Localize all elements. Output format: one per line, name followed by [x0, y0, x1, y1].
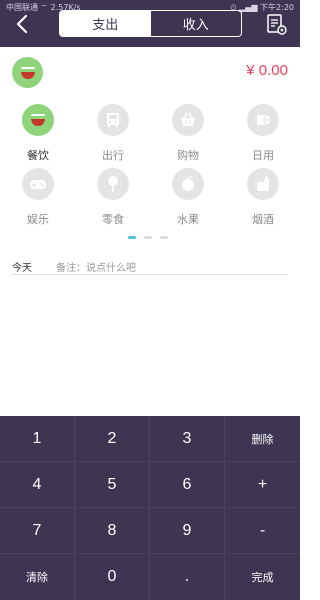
category-label: 娱乐 — [27, 213, 49, 226]
key-minus[interactable]: - — [225, 508, 300, 554]
category-snacks-circle — [97, 168, 129, 200]
key-5[interactable]: 5 — [75, 462, 150, 508]
category-label: 零食 — [102, 213, 124, 226]
gamepad-icon — [30, 180, 46, 189]
back-button[interactable] — [8, 10, 36, 38]
bus-icon — [107, 113, 119, 127]
bowl-icon — [31, 114, 45, 126]
key-delete[interactable]: 删除 — [225, 416, 300, 462]
category-dining[interactable]: 餐饮 — [8, 104, 68, 164]
remark-input[interactable]: 备注：说点什么吧 — [56, 259, 136, 274]
category-label: 餐饮 — [27, 149, 49, 162]
selected-category-icon — [12, 57, 43, 88]
key-clear[interactable]: 清除 — [0, 554, 75, 600]
key-done[interactable]: 完成 — [225, 554, 300, 600]
amount-display: ¥ 0.00 — [246, 62, 288, 79]
category-daily-circle — [247, 104, 279, 136]
bowl-icon — [20, 66, 35, 79]
key-7[interactable]: 7 — [0, 508, 75, 554]
note-edit-icon — [267, 14, 287, 35]
category-fruit-circle — [172, 168, 204, 200]
category-label: 水果 — [177, 213, 199, 226]
key-4[interactable]: 4 — [0, 462, 75, 508]
page-dot — [128, 236, 136, 239]
tissue-roll-icon — [257, 114, 271, 126]
category-fruit[interactable]: 水果 — [158, 168, 218, 228]
basket-icon — [181, 112, 195, 126]
category-tobacco-alcohol-circle — [247, 168, 279, 200]
page-dot — [144, 236, 152, 239]
note-edit-button[interactable] — [264, 12, 288, 36]
key-1[interactable]: 1 — [0, 416, 75, 462]
key-0[interactable]: 0 — [75, 554, 150, 600]
category-dining-circle — [22, 104, 54, 136]
category-snacks[interactable]: 零食 — [83, 168, 143, 228]
key-9[interactable]: 9 — [150, 508, 225, 554]
key-3[interactable]: 3 — [150, 416, 225, 462]
key-dot[interactable]: . — [150, 554, 225, 600]
page-dot — [160, 236, 168, 239]
tab-expense[interactable]: 支出 — [60, 11, 151, 36]
category-shopping-circle — [172, 104, 204, 136]
category-label: 烟酒 — [252, 213, 274, 226]
category-entertainment[interactable]: 娱乐 — [8, 168, 68, 228]
chevron-left-icon — [16, 14, 28, 34]
category-label: 出行 — [102, 149, 124, 162]
status-time: 下午2:20 — [260, 3, 294, 12]
key-plus[interactable]: + — [225, 462, 300, 508]
category-daily[interactable]: 日用 — [233, 104, 293, 164]
tab-income[interactable]: 收入 — [151, 11, 242, 36]
key-2[interactable]: 2 — [75, 416, 150, 462]
bottle-icon — [257, 176, 269, 191]
signal-icon: ▂▄▆ — [239, 3, 258, 12]
category-entertainment-circle — [22, 168, 54, 200]
category-label: 日用 — [252, 149, 274, 162]
key-6[interactable]: 6 — [150, 462, 225, 508]
type-segmented-control: 支出 收入 — [59, 10, 242, 37]
category-shopping[interactable]: 购物 — [158, 104, 218, 164]
page-indicator — [128, 236, 168, 239]
apple-icon — [182, 176, 194, 191]
divider — [12, 274, 288, 275]
lollipop-icon — [108, 176, 118, 192]
category-label: 购物 — [177, 149, 199, 162]
wifi-icon: ⌔ — [40, 3, 49, 12]
category-transport[interactable]: 出行 — [83, 104, 143, 164]
app-header: 中国联通 ⌔ 2.57K/s ⏲ ▂▄▆ 下午2:20 支出 收入 — [0, 0, 300, 47]
number-keypad: 1 2 3 删除 4 5 6 + 7 8 9 - 清除 0 . 完成 — [0, 416, 300, 600]
key-8[interactable]: 8 — [75, 508, 150, 554]
category-tobacco-alcohol[interactable]: 烟酒 — [233, 168, 293, 228]
category-transport-circle — [97, 104, 129, 136]
date-selector[interactable]: 今天 — [12, 259, 32, 274]
